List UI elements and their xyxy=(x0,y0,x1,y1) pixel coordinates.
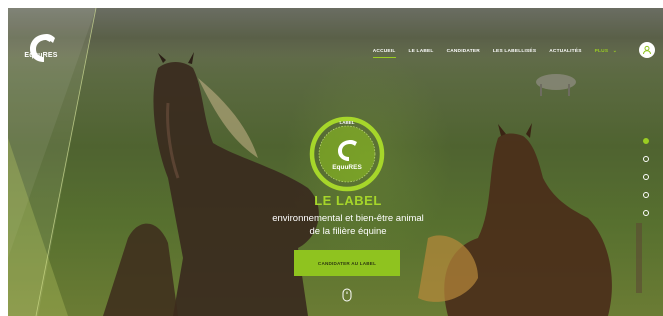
slide-dot-4[interactable] xyxy=(643,192,649,198)
nav-item-candidater[interactable]: CANDIDATER xyxy=(447,49,480,54)
badge-top-text: LABEL xyxy=(340,120,355,125)
slide-dot-2[interactable] xyxy=(643,156,649,162)
slide-dot-5[interactable] xyxy=(643,210,649,216)
hero-subtitle: environnemental et bien-être animal de l… xyxy=(228,212,468,238)
slide-pagination xyxy=(643,138,649,216)
hero-subtitle-line-1: environnemental et bien-être animal xyxy=(272,213,424,224)
hero-subtitle-line-2: de la filière équine xyxy=(309,226,387,237)
hero-section: EquuRES ACCUEIL LE LABEL CANDIDATER LES … xyxy=(8,8,663,316)
nav-plus-label: PLUS xyxy=(594,49,609,54)
user-account-button[interactable] xyxy=(639,42,655,58)
nav-item-actualites[interactable]: ACTUALITÉS xyxy=(549,49,581,54)
main-navigation: ACCUEIL LE LABEL CANDIDATER LES LABELLIS… xyxy=(372,49,617,58)
nav-item-les-labellises[interactable]: LES LABELLISÉS xyxy=(493,49,536,54)
scroll-down-mouse-icon[interactable] xyxy=(342,288,352,302)
slide-dot-1[interactable] xyxy=(643,138,649,144)
chevron-down-icon: ⌄ xyxy=(612,49,617,54)
hero-title: LE LABEL xyxy=(314,193,382,208)
nav-item-plus[interactable]: PLUS ⌄ xyxy=(595,49,617,54)
user-icon xyxy=(643,45,651,55)
equures-logo-icon[interactable] xyxy=(22,28,62,70)
candidater-au-label-button[interactable]: CANDIDATER AU LABEL xyxy=(294,250,400,276)
label-badge-icon: LABEL EquuRES xyxy=(309,116,385,192)
badge-name-text: EquuRES xyxy=(332,164,362,171)
slide-dot-3[interactable] xyxy=(643,174,649,180)
logo-wordmark[interactable]: EquuRES xyxy=(16,52,66,59)
nav-item-accueil[interactable]: ACCUEIL xyxy=(372,49,396,58)
nav-item-le-label[interactable]: LE LABEL xyxy=(409,49,434,54)
